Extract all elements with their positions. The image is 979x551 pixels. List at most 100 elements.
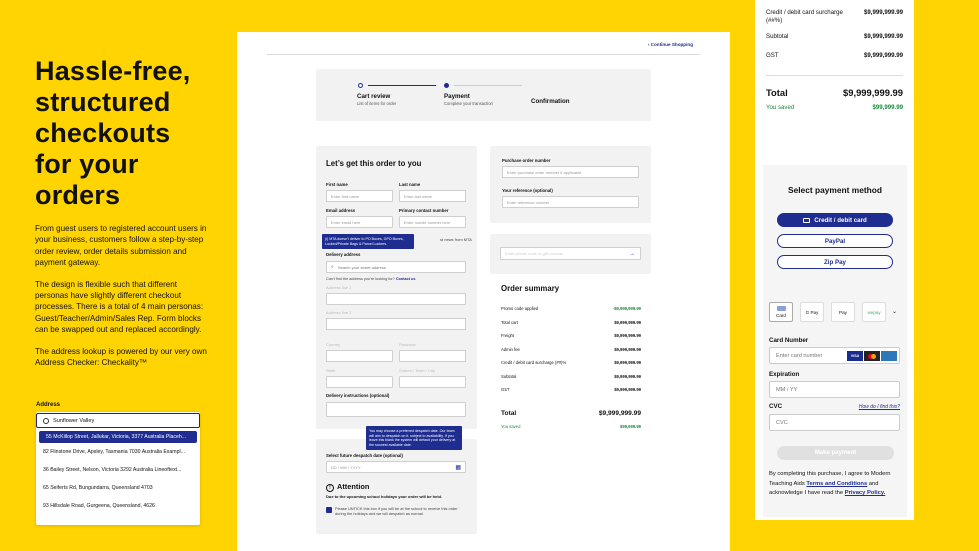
wepay-tile[interactable]: wepay	[862, 302, 886, 322]
step-sub: List of items for order	[357, 101, 397, 106]
card-number-input[interactable]: Enter card number VISA	[769, 347, 900, 364]
address-option[interactable]: 55 McKillop Street, Jallukar, Victoria, …	[39, 431, 197, 443]
hero-title: Hassle-free, structured checkouts for yo…	[35, 56, 191, 210]
address-search-input[interactable]: Sunflower Valley	[36, 413, 200, 428]
subtotal-label: Subtotal	[766, 33, 789, 40]
despatch-tooltip: You may choose a preferred despatch date…	[366, 426, 462, 451]
expiration-input[interactable]: MM / YY	[769, 381, 900, 398]
mastercard-icon	[864, 351, 880, 361]
zip-pay-button[interactable]: Zip Pay	[777, 255, 893, 269]
card-tile-label: Card	[776, 313, 786, 318]
delivery-address-label: Delivery address	[326, 252, 361, 257]
order-summary-value: $9,999,999.99	[614, 346, 641, 352]
order-saved-row: You saved $99,999.99	[501, 424, 641, 429]
despatch-card: You may choose a preferred despatch date…	[316, 426, 477, 534]
step-progress-line	[368, 85, 436, 86]
address-option[interactable]: 82 Flinstone Drive, Apsley, Tasmania 703…	[36, 443, 200, 461]
order-summary-label: Credit / debit card surcharge (##)%	[501, 360, 567, 365]
order-summary-label: Promo code applied	[501, 306, 539, 311]
despatch-date-input[interactable]: DD / MM / YYYY ▦	[326, 461, 466, 473]
order-summary-row: Subtotal $9,999,999.99	[501, 374, 641, 379]
phone-label: Primary contact number	[399, 208, 449, 213]
order-summary-title: Order summary	[501, 284, 560, 293]
untick-checkbox[interactable]	[326, 507, 332, 513]
po-box-tooltip: (i) MTA doesn’t deliver to PO Boxes, GPO…	[322, 234, 414, 250]
order-summary-row: GST $9,999,999.99	[501, 387, 641, 392]
postcode-input[interactable]	[399, 350, 466, 362]
step-title: Confirmation	[531, 98, 570, 105]
email-input[interactable]: Enter email here	[326, 216, 393, 228]
delivery-title: Let’s get this order to you	[326, 159, 422, 168]
payment-method-title: Select payment method	[787, 185, 882, 195]
address-option[interactable]: 65 Seiferts Rd, Bungundarra, Queensland …	[36, 479, 200, 497]
delivery-address-input[interactable]: ⌕ Search your street address	[326, 261, 466, 273]
visa-icon: VISA	[847, 351, 863, 361]
cvc-help-link[interactable]: How do I find this?	[859, 404, 900, 410]
step-payment[interactable]: Payment Complete your transaction	[444, 93, 493, 106]
hero-paragraph-3: The address lookup is powered by our ver…	[35, 346, 207, 368]
postcode-label: Postcode	[399, 342, 416, 347]
gst-value: $9,999,999.99	[864, 52, 903, 59]
card-tile[interactable]: Card	[769, 302, 793, 322]
address-option[interactable]: 93 Hillsdale Road, Gurgeena, Queensland,…	[36, 497, 200, 515]
address-option[interactable]: 36 Bailey Street, Nelson, Victoria 3292 …	[36, 461, 200, 479]
order-summary-label: Subtotal	[501, 373, 517, 379]
delivery-address-placeholder: Search your street address	[337, 264, 386, 270]
apple-pay-tile[interactable]: Pay	[831, 302, 855, 322]
despatch-label: Select future despatch date (optional)	[326, 453, 403, 458]
hero-paragraph-1: From guest users to registered account u…	[35, 224, 207, 268]
terms-link[interactable]: Terms and Conditions	[806, 481, 867, 487]
promo-input[interactable]: Enter promo code or gift voucher →	[500, 247, 641, 260]
instructions-input[interactable]	[326, 402, 466, 417]
chevron-down-icon[interactable]: ⌄	[892, 308, 897, 315]
step-title: Cart review	[357, 93, 391, 100]
continue-shopping-link[interactable]: ‹ Continue Shopping	[648, 42, 693, 47]
address-line-2-label: Address line 2	[326, 310, 352, 315]
cvc-input[interactable]: CVC	[769, 414, 900, 431]
instructions-label: Delivery instructions (optional)	[326, 393, 390, 398]
step-sub: Complete your transaction	[444, 101, 493, 106]
google-pay-tile[interactable]: G Pay	[800, 302, 824, 322]
order-summary-value: $9,999,999.99	[614, 360, 641, 365]
reference-input[interactable]: Enter reference number	[502, 196, 639, 208]
step-confirmation[interactable]: Confirmation	[531, 98, 570, 105]
calendar-icon[interactable]: ▦	[455, 464, 461, 471]
address-lookup-widget: Sunflower Valley 55 McKillop Street, Jal…	[36, 412, 200, 525]
order-summary-value: -$9,999,999.99	[612, 306, 641, 311]
subtotal-row: Subtotal $9,999,999.99	[766, 33, 903, 40]
country-input[interactable]	[326, 350, 393, 362]
order-saved-label: You saved	[501, 424, 521, 429]
make-payment-button[interactable]: Make payment	[777, 446, 894, 460]
order-total-label: Total	[501, 410, 517, 417]
promo-placeholder: Enter promo code or gift voucher	[505, 251, 564, 256]
address-label: Address	[36, 402, 61, 408]
paypal-button[interactable]: PayPal	[777, 234, 893, 248]
last-name-input[interactable]: Enter last name	[399, 190, 466, 202]
hero: Hassle-free, structured checkouts for yo…	[35, 56, 210, 368]
continue-shopping-label: Continue Shopping	[650, 42, 693, 47]
cvc-label: CVC	[769, 403, 783, 410]
address-line-1-input[interactable]	[326, 293, 466, 305]
order-summary-row: Total cart $9,999,999.99	[501, 320, 641, 325]
order-summary-value: $9,999,999.99	[614, 387, 641, 392]
contact-us-link[interactable]: Contact us	[396, 277, 416, 281]
privacy-link[interactable]: Privacy Policy.	[845, 490, 886, 496]
po-input[interactable]: Enter purchase order number if applicabl…	[502, 166, 639, 178]
attention-title: Attention	[337, 482, 370, 491]
card-payment-button[interactable]: Credit / debit card	[777, 213, 893, 227]
suburb-input[interactable]	[399, 376, 466, 388]
credit-card-icon	[803, 217, 811, 223]
address-line-1-label: Address line 1	[326, 285, 352, 290]
first-name-input[interactable]: Enter first name	[326, 190, 393, 202]
order-summary-row: Admin fee $9,999,999.99	[501, 347, 641, 352]
card-number-label: Card Number	[769, 337, 809, 344]
state-input[interactable]	[326, 376, 393, 388]
arrow-right-icon[interactable]: →	[629, 251, 635, 257]
gst-row: GST $9,999,999.99	[766, 52, 903, 59]
step-cart-review[interactable]: Cart review List of items for order	[357, 93, 396, 106]
address-search-value: Sunflower Valley	[53, 417, 95, 424]
phone-input[interactable]: Enter mobile number here	[399, 216, 466, 228]
order-summary-label: GST	[501, 387, 510, 392]
address-line-2-input[interactable]	[326, 318, 466, 330]
order-saved-value: $99,999.99	[620, 424, 641, 429]
